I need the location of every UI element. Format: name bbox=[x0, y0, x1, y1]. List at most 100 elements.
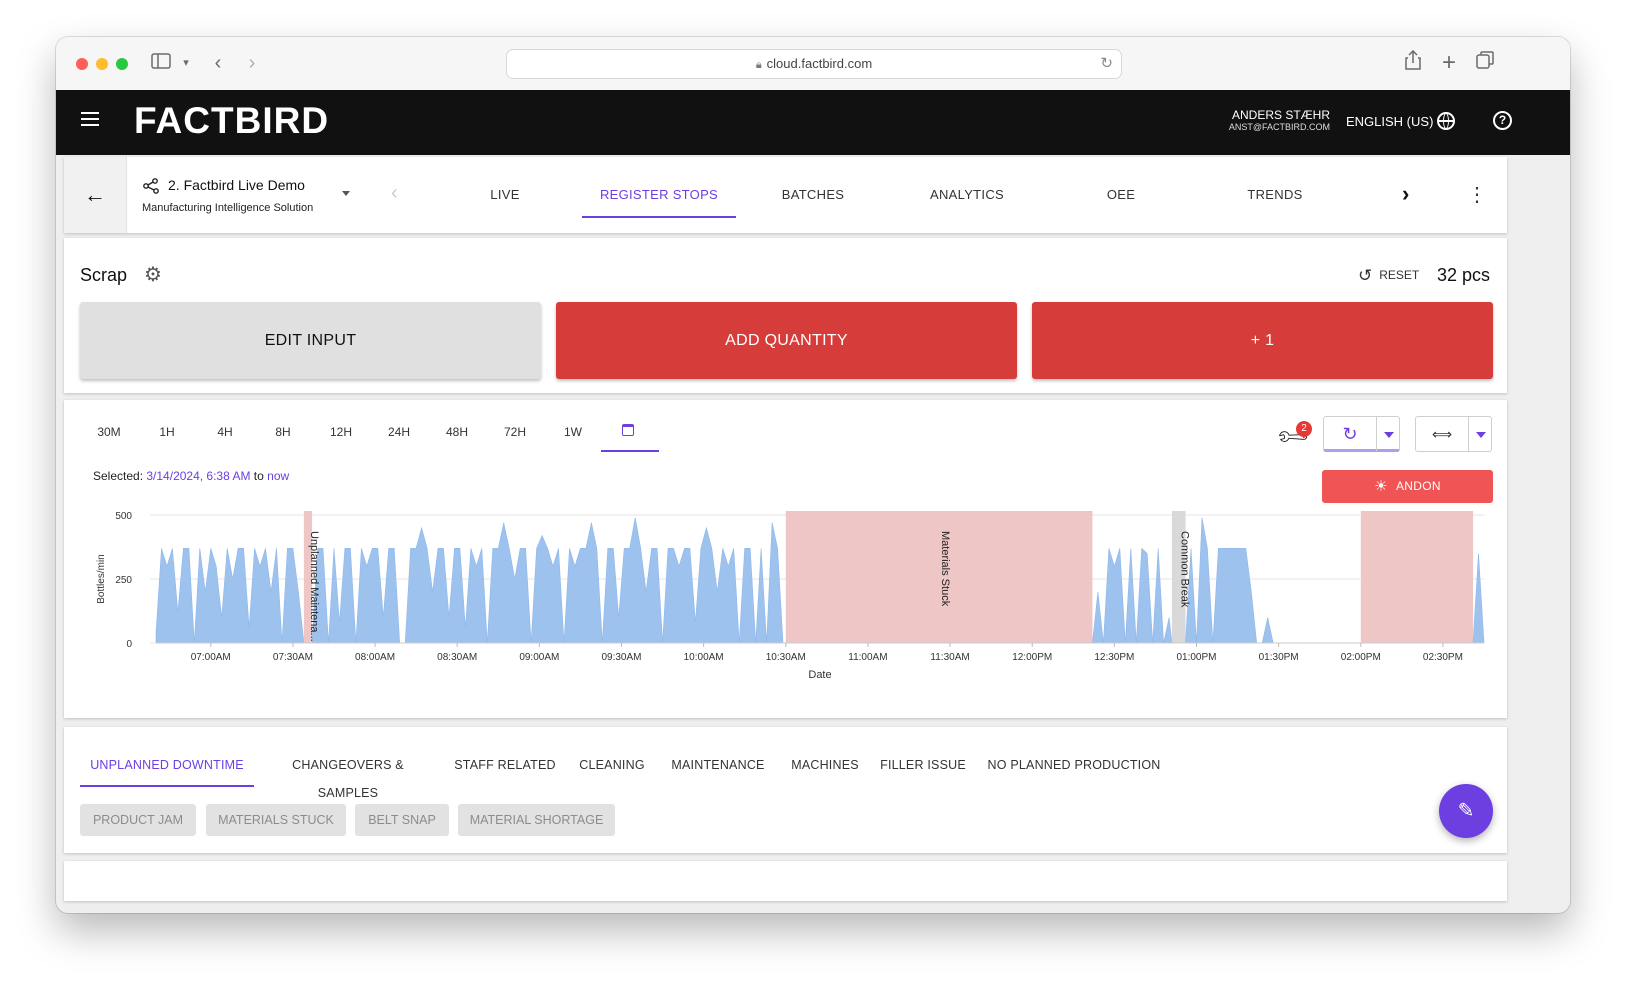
range-24h[interactable]: 24H bbox=[370, 422, 428, 442]
stop-category-panel: UNPLANNED DOWNTIME CHANGEOVERS & SAMPLES… bbox=[64, 727, 1507, 853]
scrap-count: 32 pcs bbox=[1437, 265, 1491, 285]
x-tick-label: 10:00AM bbox=[684, 652, 724, 663]
andon-button[interactable]: ☀︎ ANDON bbox=[1322, 470, 1493, 503]
production-chart-panel: 30M 1H 4H 8H 12H 24H 48H 72H 1W Selected… bbox=[64, 400, 1507, 718]
tab-analytics[interactable]: ANALYTICS bbox=[890, 157, 1044, 233]
stop-label: Common Break bbox=[1179, 531, 1191, 608]
gear-icon[interactable]: ⚙ bbox=[144, 265, 162, 285]
x-tick-label: 09:30AM bbox=[601, 652, 641, 663]
back-icon[interactable]: ‹ bbox=[208, 50, 228, 76]
andon-alert-icon: ☀︎ bbox=[1374, 478, 1388, 495]
line-dropdown-caret-icon[interactable] bbox=[342, 191, 350, 196]
stop-reason-materials-stuck[interactable]: MATERIALS STUCK bbox=[206, 804, 346, 836]
user-email: ANST@FACTBIRD.COM bbox=[1228, 122, 1330, 132]
compare-arrows-icon[interactable]: ⟺ bbox=[1416, 417, 1468, 451]
range-4h[interactable]: 4H bbox=[196, 422, 254, 442]
range-30m[interactable]: 30M bbox=[80, 422, 138, 442]
tab-trends[interactable]: TRENDS bbox=[1198, 157, 1352, 233]
language-selector[interactable]: ENGLISH (US) bbox=[1346, 113, 1433, 131]
selected-end-link[interactable]: now bbox=[267, 469, 289, 483]
edit-input-button[interactable]: EDIT INPUT bbox=[80, 302, 541, 379]
x-tick-label: 11:00AM bbox=[848, 652, 887, 663]
selected-range: Selected: 3/14/2024, 6:38 AM to now bbox=[93, 469, 289, 483]
edit-fab-button[interactable]: ✎ bbox=[1439, 784, 1493, 838]
x-tick-label: 08:00AM bbox=[355, 652, 395, 663]
category-tab-filler-issue[interactable]: FILLER ISSUE bbox=[878, 751, 968, 787]
tab-register-stops[interactable]: REGISTER STOPS bbox=[582, 157, 736, 233]
app-header: FACTBIRD ANDERS STÆHR ANST@FACTBIRD.COM … bbox=[56, 90, 1570, 155]
history-icon: ↺ bbox=[1358, 266, 1373, 285]
range-72h[interactable]: 72H bbox=[486, 422, 544, 442]
zoom-window-button[interactable] bbox=[116, 58, 128, 70]
range-48h[interactable]: 48H bbox=[428, 422, 486, 442]
tab-oee[interactable]: OEE bbox=[1044, 157, 1198, 233]
range-1w[interactable]: 1W bbox=[544, 422, 602, 442]
range-custom-tab[interactable] bbox=[601, 418, 659, 452]
selected-to: to bbox=[250, 469, 268, 483]
category-tab-machines[interactable]: MACHINES bbox=[786, 751, 864, 787]
stop-reason-product-jam[interactable]: PRODUCT JAM bbox=[80, 804, 196, 836]
x-tick-label: 08:30AM bbox=[437, 652, 477, 663]
range-12h[interactable]: 12H bbox=[312, 422, 370, 442]
tab-batches[interactable]: BATCHES bbox=[736, 157, 890, 233]
plus-one-button[interactable]: + 1 bbox=[1032, 302, 1493, 379]
tab-group-chevron-icon[interactable]: ▾ bbox=[180, 50, 192, 76]
maintenance-badge: 2 bbox=[1296, 421, 1312, 437]
compare-dropdown-caret-icon[interactable] bbox=[1476, 432, 1486, 438]
reset-button[interactable]: ↺ RESET bbox=[1358, 266, 1419, 285]
tabs-prev-chevron-icon[interactable]: ‹ bbox=[391, 182, 398, 205]
x-tick-label: 07:30AM bbox=[273, 652, 313, 663]
category-tab-staff-related[interactable]: STAFF RELATED bbox=[447, 751, 563, 787]
x-tick-label: 12:00PM bbox=[1012, 652, 1052, 663]
address-bar[interactable]: 🔒︎ cloud.factbird.com ↻ bbox=[506, 49, 1122, 79]
x-tick-label: 01:00PM bbox=[1176, 652, 1216, 663]
range-1h[interactable]: 1H bbox=[138, 422, 196, 442]
lower-panel bbox=[64, 861, 1507, 901]
minimize-window-button[interactable] bbox=[96, 58, 108, 70]
stop-label: Unplanned Maintena... bbox=[308, 531, 320, 642]
sidebar-toggle-icon[interactable] bbox=[150, 50, 172, 76]
reload-icon[interactable]: ↻ bbox=[1100, 50, 1113, 78]
more-options-icon[interactable]: ⋮ bbox=[1467, 179, 1487, 211]
andon-label: ANDON bbox=[1395, 479, 1441, 493]
refresh-dropdown-caret-icon[interactable] bbox=[1384, 432, 1394, 438]
tab-overview-icon[interactable] bbox=[1474, 50, 1496, 76]
refresh-icon[interactable]: ↻ bbox=[1324, 417, 1376, 451]
line-share-icon bbox=[142, 178, 160, 194]
selected-start-link[interactable]: 3/14/2024, 6:38 AM bbox=[146, 469, 250, 483]
stop-reason-material-shortage[interactable]: MATERIAL SHORTAGE bbox=[458, 804, 615, 836]
menu-icon[interactable] bbox=[81, 112, 99, 126]
forward-icon[interactable]: › bbox=[242, 50, 262, 76]
y-tick-label: 250 bbox=[115, 575, 132, 586]
refresh-split-button[interactable]: ↻ bbox=[1323, 416, 1400, 452]
brand-logo[interactable]: FACTBIRD bbox=[134, 101, 329, 141]
share-icon[interactable] bbox=[1402, 49, 1424, 76]
compare-split-button[interactable]: ⟺ bbox=[1415, 416, 1492, 452]
category-tab-cleaning[interactable]: CLEANING bbox=[575, 751, 649, 787]
help-icon[interactable]: ? bbox=[1493, 111, 1512, 130]
browser-toolbar: ▾ ‹ › 🔒︎ cloud.factbird.com ↻ + bbox=[56, 37, 1570, 91]
x-tick-label: 12:30PM bbox=[1094, 652, 1134, 663]
globe-icon[interactable] bbox=[1437, 112, 1455, 130]
add-quantity-button[interactable]: ADD QUANTITY bbox=[556, 302, 1017, 379]
tab-live[interactable]: LIVE bbox=[428, 157, 582, 233]
scrap-title: Scrap bbox=[80, 265, 128, 285]
line-name[interactable]: 2. Factbird Live Demo bbox=[168, 177, 305, 193]
category-tab-maintenance[interactable]: MAINTENANCE bbox=[663, 751, 773, 787]
category-tab-no-planned-production[interactable]: NO PLANNED PRODUCTION bbox=[982, 751, 1166, 787]
production-area-chart[interactable]: Unplanned Maintena... Materials Stuck Comm… bbox=[64, 505, 1507, 705]
stop-reason-belt-snap[interactable]: BELT SNAP bbox=[355, 804, 449, 836]
back-arrow-button[interactable]: ← bbox=[64, 157, 127, 233]
category-tab-changeovers-samples[interactable]: CHANGEOVERS & SAMPLES bbox=[261, 751, 435, 800]
user-profile[interactable]: ANDERS STÆHR ANST@FACTBIRD.COM bbox=[1220, 108, 1330, 133]
x-tick-label: 07:00AM bbox=[191, 652, 231, 663]
new-tab-icon[interactable]: + bbox=[1438, 50, 1460, 76]
range-8h[interactable]: 8H bbox=[254, 422, 312, 442]
y-tick-label: 0 bbox=[126, 639, 132, 650]
x-tick-label: 11:30AM bbox=[930, 652, 969, 663]
browser-window: ▾ ‹ › 🔒︎ cloud.factbird.com ↻ + FACTBIRD … bbox=[56, 37, 1570, 913]
x-tick-label: 02:30PM bbox=[1423, 652, 1463, 663]
category-tab-unplanned-downtime[interactable]: UNPLANNED DOWNTIME bbox=[80, 751, 254, 787]
close-window-button[interactable] bbox=[76, 58, 88, 70]
tabs-next-chevron-icon[interactable]: › bbox=[1402, 181, 1409, 207]
